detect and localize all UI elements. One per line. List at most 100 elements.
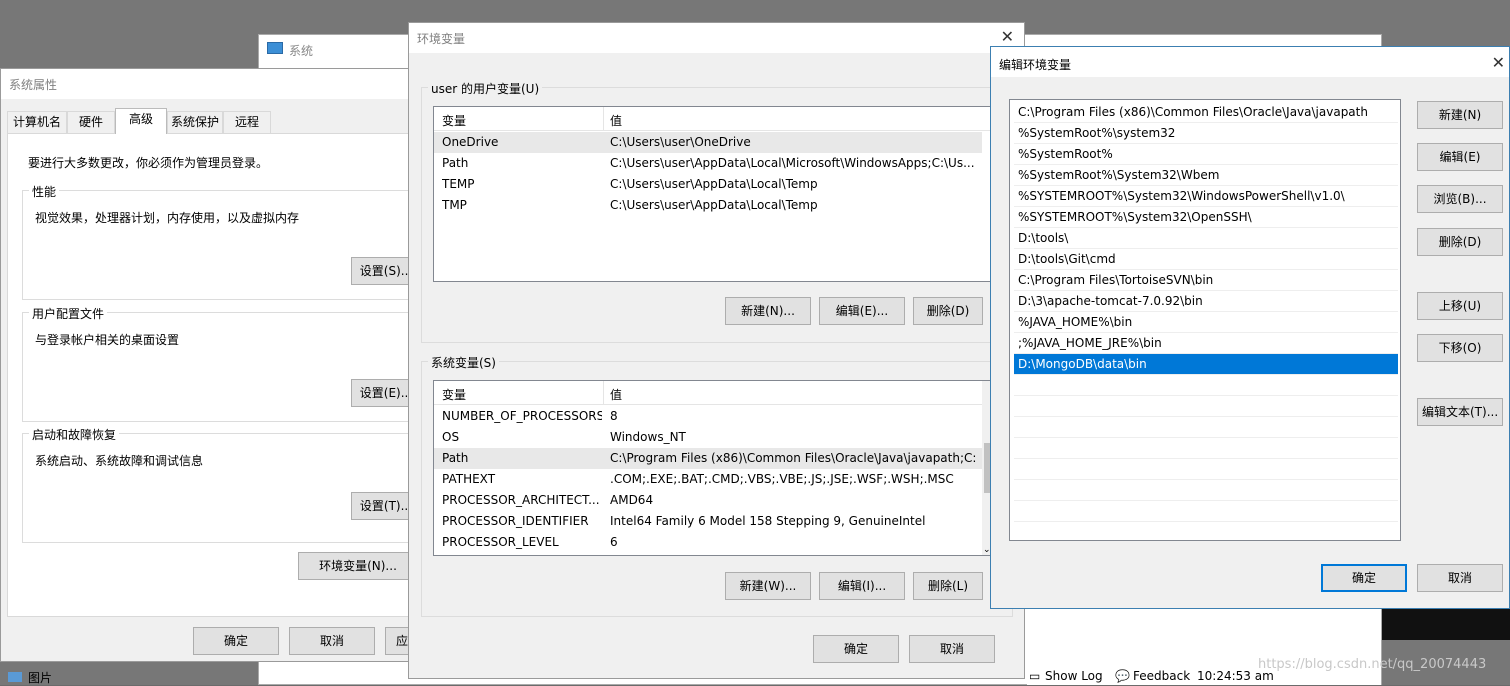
empty-row[interactable] bbox=[1014, 459, 1398, 480]
tab-computer-name[interactable]: 计算机名 bbox=[7, 111, 67, 133]
empty-row[interactable] bbox=[1014, 501, 1398, 522]
var-name: TEMP bbox=[442, 177, 475, 191]
user-delete-button[interactable]: 删除(D) bbox=[913, 297, 983, 325]
close-icon[interactable]: ✕ bbox=[1492, 53, 1505, 72]
table-row[interactable]: NUMBER_OF_PROCESSORS 8 bbox=[434, 406, 982, 427]
environment-variables-dialog: 环境变量 ✕ user 的用户变量(U) 变量 值 OneDrive C:\Us… bbox=[408, 22, 1025, 679]
edit-ok-button[interactable]: 确定 bbox=[1321, 564, 1407, 592]
sys-edit-button[interactable]: 编辑(I)... bbox=[819, 572, 905, 600]
list-item[interactable]: %SystemRoot% bbox=[1014, 144, 1398, 165]
system-properties-dialog: 系统属性 计算机名 硬件 高级 系统保护 远程 要进行大多数更改，你必须作为管理… bbox=[0, 68, 421, 662]
delete-entry-button[interactable]: 删除(D) bbox=[1417, 228, 1503, 256]
tab-page: 要进行大多数更改，你必须作为管理员登录。 性能 视觉效果，处理器计划，内存使用，… bbox=[7, 133, 421, 617]
var-value: C:\Users\user\AppData\Local\Temp bbox=[610, 177, 818, 191]
list-item[interactable]: D:\3\apache-tomcat-7.0.92\bin bbox=[1014, 291, 1398, 312]
user-edit-button[interactable]: 编辑(E)... bbox=[819, 297, 905, 325]
picture-icon bbox=[8, 672, 22, 682]
list-item[interactable]: %SYSTEMROOT%\System32\WindowsPowerShell\… bbox=[1014, 186, 1398, 207]
edit-entry-button[interactable]: 编辑(E) bbox=[1417, 143, 1503, 171]
header-var[interactable]: 变量 bbox=[442, 112, 466, 129]
table-row[interactable]: OS Windows_NT bbox=[434, 427, 982, 448]
ok-button[interactable]: 确定 bbox=[193, 627, 279, 655]
var-name: NUMBER_OF_PROCESSORS bbox=[442, 409, 602, 423]
table-row[interactable]: Path C:\Program Files (x86)\Common Files… bbox=[434, 448, 982, 469]
list-item[interactable]: D:\tools\ bbox=[1014, 228, 1398, 249]
tab-remote[interactable]: 远程 bbox=[223, 111, 271, 133]
empty-row[interactable] bbox=[1014, 417, 1398, 438]
show-log-link[interactable]: Show Log bbox=[1045, 669, 1103, 683]
env-cancel-button[interactable]: 取消 bbox=[909, 635, 995, 663]
var-name: PROCESSOR_LEVEL bbox=[442, 535, 559, 549]
list-item[interactable]: %JAVA_HOME%\bin bbox=[1014, 312, 1398, 333]
var-value: 6 bbox=[610, 535, 618, 549]
watermark: https://blog.csdn.net/qq_20074443 bbox=[1258, 657, 1487, 672]
empty-row[interactable] bbox=[1014, 396, 1398, 417]
move-up-button[interactable]: 上移(U) bbox=[1417, 292, 1503, 320]
performance-group: 性能 视觉效果，处理器计划，内存使用，以及虚拟内存 设置(S)... bbox=[22, 183, 421, 300]
edit-env-title: 编辑环境变量 bbox=[999, 58, 1072, 72]
list-item[interactable]: %SystemRoot%\System32\Wbem bbox=[1014, 165, 1398, 186]
var-name: PROCESSOR_ARCHITECT... bbox=[442, 493, 600, 507]
var-name: PROCESSOR_IDENTIFIER bbox=[442, 514, 589, 528]
table-row[interactable]: OneDrive C:\Users\user\OneDrive bbox=[434, 132, 982, 153]
admin-note: 要进行大多数更改，你必须作为管理员登录。 bbox=[28, 156, 269, 170]
feedback-icon: 💬 bbox=[1115, 669, 1130, 683]
profiles-legend: 用户配置文件 bbox=[29, 305, 108, 322]
performance-legend: 性能 bbox=[29, 183, 60, 200]
edit-cancel-button[interactable]: 取消 bbox=[1417, 564, 1503, 592]
list-item[interactable]: D:\tools\Git\cmd bbox=[1014, 249, 1398, 270]
sys-new-button[interactable]: 新建(W)... bbox=[725, 572, 811, 600]
var-name: Path bbox=[442, 156, 469, 170]
var-value: C:\Users\user\OneDrive bbox=[610, 135, 751, 149]
monitor-icon bbox=[267, 42, 283, 54]
table-row[interactable]: PROCESSOR_ARCHITECT... AMD64 bbox=[434, 490, 982, 511]
var-name: TMP bbox=[442, 198, 467, 212]
new-entry-button[interactable]: 新建(N) bbox=[1417, 101, 1503, 129]
close-icon[interactable]: ✕ bbox=[1001, 27, 1014, 46]
tab-strip: 计算机名 硬件 高级 系统保护 远程 bbox=[7, 108, 417, 134]
feedback-link[interactable]: Feedback bbox=[1133, 669, 1190, 683]
sys-vars-list[interactable]: 变量 值 NUMBER_OF_PROCESSORS 8 OS Windows_N… bbox=[433, 380, 995, 556]
empty-row[interactable] bbox=[1014, 480, 1398, 501]
env-titlebar: 环境变量 ✕ bbox=[409, 23, 1024, 53]
table-row[interactable]: TMP C:\Users\user\AppData\Local\Temp bbox=[434, 195, 982, 216]
tab-system-protection[interactable]: 系统保护 bbox=[167, 111, 223, 133]
table-row[interactable]: PATHEXT .COM;.EXE;.BAT;.CMD;.VBS;.VBE;.J… bbox=[434, 469, 982, 490]
tab-hardware[interactable]: 硬件 bbox=[67, 111, 115, 133]
list-item-selected[interactable]: D:\MongoDB\data\bin bbox=[1014, 354, 1398, 375]
user-vars-list[interactable]: 变量 值 OneDrive C:\Users\user\OneDrive Pat… bbox=[433, 106, 995, 282]
empty-row[interactable] bbox=[1014, 375, 1398, 396]
edit-text-button[interactable]: 编辑文本(T)... bbox=[1417, 398, 1503, 426]
user-vars-header: 变量 值 bbox=[434, 107, 994, 131]
env-ok-button[interactable]: 确定 bbox=[813, 635, 899, 663]
startup-group: 启动和故障恢复 系统启动、系统故障和调试信息 设置(T)... bbox=[22, 426, 421, 543]
tab-advanced[interactable]: 高级 bbox=[115, 108, 167, 134]
user-new-button[interactable]: 新建(N)... bbox=[725, 297, 811, 325]
browse-button[interactable]: 浏览(B)... bbox=[1417, 185, 1503, 213]
table-row[interactable]: PROCESSOR_IDENTIFIER Intel64 Family 6 Mo… bbox=[434, 511, 982, 532]
sys-delete-button[interactable]: 删除(L) bbox=[913, 572, 983, 600]
table-row[interactable]: TEMP C:\Users\user\AppData\Local\Temp bbox=[434, 174, 982, 195]
profiles-desc: 与登录帐户相关的桌面设置 bbox=[35, 333, 180, 347]
header-var[interactable]: 变量 bbox=[442, 386, 466, 403]
var-value: Windows_NT bbox=[610, 430, 686, 444]
empty-row[interactable] bbox=[1014, 438, 1398, 459]
cancel-button[interactable]: 取消 bbox=[289, 627, 375, 655]
list-item[interactable]: %SYSTEMROOT%\System32\OpenSSH\ bbox=[1014, 207, 1398, 228]
sys-vars-legend: 系统变量(S) bbox=[428, 354, 499, 371]
var-name: PATHEXT bbox=[442, 472, 496, 486]
table-row[interactable]: PROCESSOR_LEVEL 6 bbox=[434, 532, 982, 553]
header-val[interactable]: 值 bbox=[610, 112, 622, 129]
move-down-button[interactable]: 下移(O) bbox=[1417, 334, 1503, 362]
environment-variables-button[interactable]: 环境变量(N)... bbox=[298, 552, 418, 580]
list-item[interactable]: C:\Program Files\TortoiseSVN\bin bbox=[1014, 270, 1398, 291]
list-item[interactable]: C:\Program Files (x86)\Common Files\Orac… bbox=[1014, 102, 1398, 123]
header-val[interactable]: 值 bbox=[610, 386, 622, 403]
startup-legend: 启动和故障恢复 bbox=[29, 426, 120, 443]
sys-vars-header: 变量 值 bbox=[434, 381, 994, 405]
path-entries-list[interactable]: C:\Program Files (x86)\Common Files\Orac… bbox=[1009, 99, 1401, 541]
list-item[interactable]: %SystemRoot%\system32 bbox=[1014, 123, 1398, 144]
table-row[interactable]: Path C:\Users\user\AppData\Local\Microso… bbox=[434, 153, 982, 174]
taskbar-item[interactable]: 图片 bbox=[8, 669, 52, 685]
list-item[interactable]: ;%JAVA_HOME_JRE%\bin bbox=[1014, 333, 1398, 354]
